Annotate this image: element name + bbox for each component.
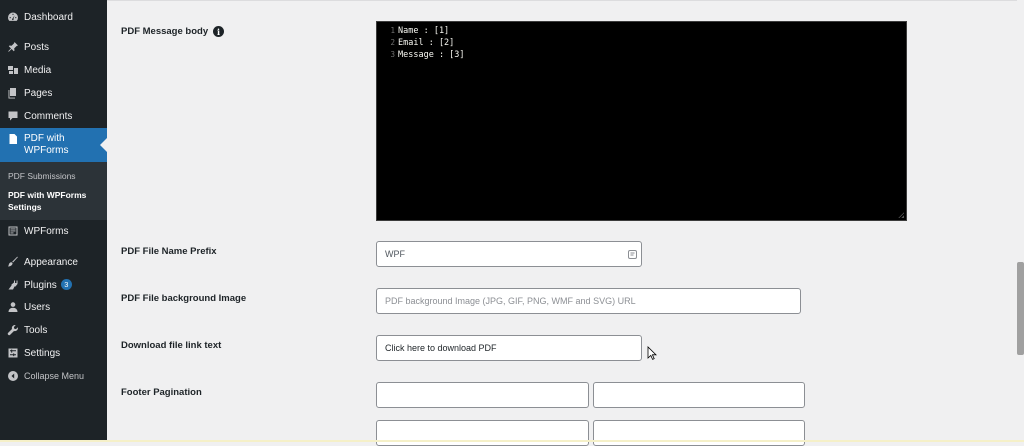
sidebar-item-label: Tools	[24, 324, 48, 336]
pages-icon	[7, 87, 19, 99]
pdf-background-image-label: PDF File background Image	[121, 293, 247, 304]
download-link-text-input[interactable]: Click here to download PDF	[376, 335, 642, 361]
form-icon	[7, 225, 19, 237]
line-number: 3	[390, 50, 395, 59]
line-number: 2	[390, 38, 395, 47]
sidebar-item-wpforms[interactable]: WPForms	[0, 221, 107, 241]
code-line-text: Message : [3]	[398, 50, 465, 60]
sidebar-item-posts[interactable]: Posts	[0, 37, 107, 57]
sidebar-item-media[interactable]: Media	[0, 60, 107, 80]
input-value: Click here to download PDF	[385, 343, 497, 353]
pdf-file-name-prefix-label: PDF File Name Prefix	[121, 246, 217, 257]
submenu-item-label-line2: Settings	[8, 202, 42, 212]
submenu-item-pdf-submissions[interactable]: PDF Submissions	[8, 171, 76, 181]
sidebar-item-dashboard[interactable]: Dashboard	[0, 7, 107, 27]
comment-icon	[7, 110, 19, 122]
pdf-document-icon	[7, 133, 19, 145]
code-line: 1 Name : [1]	[377, 25, 449, 37]
sidebar-item-label: Comments	[24, 110, 73, 122]
admin-sidebar: Dashboard Posts Media Pages Comments PDF…	[0, 0, 107, 442]
sidebar-submenu: PDF Submissions PDF with WPForms Setting…	[0, 162, 107, 220]
user-icon	[7, 301, 19, 313]
sidebar-item-users[interactable]: Users	[0, 297, 107, 317]
sidebar-item-label-line1: PDF with	[24, 133, 65, 144]
settings-panel: PDF Message body i 1 Name : [1] 2 Email : …	[107, 0, 1017, 446]
wrench-icon	[7, 324, 19, 336]
page-scrollbar[interactable]	[1017, 0, 1024, 442]
pdf-message-body-label: PDF Message body	[121, 26, 209, 37]
sidebar-item-tools[interactable]: Tools	[0, 320, 107, 340]
dashboard-icon	[7, 11, 19, 23]
sidebar-item-comments[interactable]: Comments	[0, 106, 107, 126]
collapse-arrow-icon	[7, 370, 19, 382]
autofill-icon[interactable]	[628, 250, 637, 259]
footer-pagination-input-2[interactable]	[593, 382, 805, 408]
download-link-text-label: Download file link text	[121, 340, 222, 351]
update-count-badge: 3	[60, 279, 72, 290]
sidebar-item-plugins[interactable]: Plugins 3	[0, 275, 107, 295]
code-line: 3 Message : [3]	[377, 49, 465, 61]
collapse-menu-button[interactable]: Collapse Menu	[0, 366, 107, 386]
input-placeholder: PDF background Image (JPG, GIF, PNG, WMF…	[385, 296, 636, 306]
scrollbar-thumb[interactable]	[1017, 262, 1024, 355]
sidebar-item-label: Plugins 3	[24, 279, 72, 291]
sidebar-item-label-line2: WPForms	[24, 145, 69, 156]
sidebar-item-label: Settings	[24, 347, 61, 359]
line-number: 1	[390, 26, 395, 35]
brush-icon	[7, 256, 19, 268]
sidebar-item-label: PDF with WPForms	[24, 133, 68, 157]
sidebar-item-appearance[interactable]: Appearance	[0, 252, 107, 272]
main-content: PDF Message body i 1 Name : [1] 2 Email : …	[107, 0, 1017, 446]
sidebar-item-label: WPForms	[24, 225, 69, 237]
footer-pagination-input-4[interactable]	[593, 420, 805, 446]
sidebar-item-label: Pages	[24, 87, 53, 99]
submenu-item-label-line1: PDF with WPForms	[8, 190, 87, 200]
collapse-menu-label: Collapse Menu	[24, 371, 85, 381]
mouse-cursor-icon	[647, 346, 657, 360]
sidebar-item-label: Media	[24, 64, 52, 76]
sidebar-item-pdf-with-wpforms[interactable]: PDF with WPForms	[0, 128, 107, 162]
plugin-icon	[7, 279, 19, 291]
footer-pagination-input-1[interactable]	[376, 382, 589, 408]
code-line-text: Email : [2]	[398, 38, 455, 48]
settings-icon	[7, 347, 19, 359]
sidebar-item-pages[interactable]: Pages	[0, 83, 107, 103]
code-line-text: Name : [1]	[398, 26, 450, 36]
info-icon[interactable]: i	[213, 26, 224, 37]
sidebar-item-label: Users	[24, 301, 51, 313]
pin-icon	[7, 41, 19, 53]
current-menu-arrow	[100, 138, 107, 152]
sidebar-item-label: Posts	[24, 41, 50, 53]
code-line: 2 Email : [2]	[377, 37, 454, 49]
sidebar-item-settings[interactable]: Settings	[0, 343, 107, 363]
pdf-background-image-input[interactable]: PDF background Image (JPG, GIF, PNG, WMF…	[376, 288, 801, 314]
resize-handle[interactable]	[898, 212, 904, 218]
sidebar-item-label: Dashboard	[24, 11, 73, 23]
input-value: WPF	[385, 249, 405, 259]
pdf-message-body-editor[interactable]: 1 Name : [1] 2 Email : [2] 3 Message : [3]	[376, 21, 907, 221]
footer-pagination-label: Footer Pagination	[121, 387, 202, 398]
pdf-file-name-prefix-input[interactable]: WPF	[376, 241, 642, 267]
media-icon	[7, 64, 19, 76]
sidebar-item-label-text: Plugins	[24, 280, 57, 291]
sidebar-item-label: Appearance	[24, 256, 78, 268]
footer-pagination-input-3[interactable]	[376, 420, 589, 446]
submenu-item-pdf-settings[interactable]: PDF with WPForms Settings	[8, 189, 86, 213]
